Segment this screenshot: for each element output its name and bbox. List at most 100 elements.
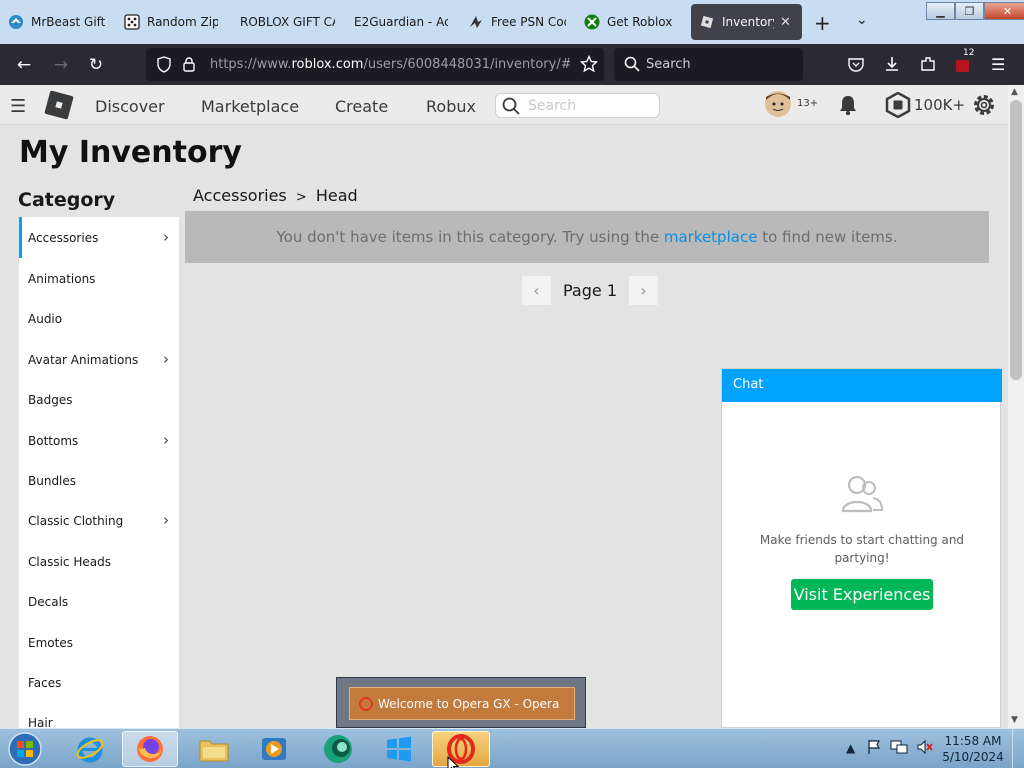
category-emotes[interactable]: Emotes bbox=[19, 622, 179, 663]
browser-tab-strip: MrBeast Gift Random Zip ROBLOX GIFT CA E… bbox=[0, 0, 1024, 44]
pocket-icon[interactable] bbox=[847, 56, 865, 77]
network-icon[interactable] bbox=[890, 739, 908, 758]
previous-page-button[interactable]: ‹ bbox=[522, 276, 551, 305]
chat-empty-message: Make friends to start chatting and party… bbox=[759, 533, 965, 565]
addon-badge-count: 12 bbox=[961, 48, 977, 58]
media-player-icon bbox=[262, 738, 286, 760]
bookmark-star-icon[interactable] bbox=[579, 54, 599, 77]
category-decals[interactable]: Decals bbox=[19, 581, 179, 622]
list-all-tabs-button[interactable]: ⌄ bbox=[856, 12, 868, 28]
marketplace-link[interactable]: marketplace bbox=[664, 228, 758, 246]
show-desktop-button[interactable] bbox=[1012, 729, 1024, 768]
address-bar[interactable]: https://www.roblox.com/users/6008448031/… bbox=[146, 48, 604, 81]
psn-icon bbox=[468, 14, 484, 30]
category-bundles[interactable]: Bundles bbox=[19, 460, 179, 501]
taskbar-window-preview: Welcome to Opera GX - Opera bbox=[336, 677, 586, 728]
action-center-flag-icon[interactable] bbox=[866, 739, 882, 758]
hamburger-menu-icon[interactable]: ☰ bbox=[991, 55, 1005, 74]
nav-marketplace[interactable]: Marketplace bbox=[201, 97, 299, 116]
avatar[interactable] bbox=[764, 90, 792, 122]
reload-button[interactable]: ↻ bbox=[85, 54, 107, 76]
close-window-button[interactable]: ✕ bbox=[984, 2, 1024, 20]
chevron-right-icon: › bbox=[163, 228, 169, 246]
visit-experiences-button[interactable]: Visit Experiences bbox=[791, 579, 933, 610]
category-animations[interactable]: Animations bbox=[19, 258, 179, 299]
taskbar-windows-store[interactable] bbox=[371, 731, 427, 767]
tab-get-roblox[interactable]: Get Roblox | bbox=[584, 4, 676, 40]
back-button[interactable]: ← bbox=[13, 54, 35, 76]
scroll-down-arrow[interactable]: ▼ bbox=[1011, 715, 1018, 725]
windows-logo-icon bbox=[387, 736, 411, 762]
category-accessories[interactable]: Accessories › bbox=[19, 217, 179, 258]
scroll-up-arrow[interactable]: ▲ bbox=[1011, 87, 1018, 97]
settings-gear-icon[interactable] bbox=[971, 92, 997, 122]
category-bottoms[interactable]: Bottoms › bbox=[19, 420, 179, 461]
roblox-search-input[interactable]: Search bbox=[495, 93, 660, 118]
folder-icon bbox=[199, 740, 229, 762]
breadcrumb-parent[interactable]: Accessories bbox=[193, 186, 287, 205]
tab-roblox-gift-card[interactable]: ROBLOX GIFT CA bbox=[240, 4, 335, 40]
shield-icon[interactable] bbox=[156, 56, 172, 77]
mrbeast-icon bbox=[8, 14, 24, 30]
category-classic-clothing[interactable]: Classic Clothing › bbox=[19, 500, 179, 541]
restore-button[interactable]: ❐ bbox=[955, 2, 984, 20]
nav-discover[interactable]: Discover bbox=[95, 97, 165, 116]
nav-create[interactable]: Create bbox=[335, 97, 388, 116]
extensions-icon[interactable] bbox=[919, 55, 937, 77]
windows-orb-icon bbox=[8, 732, 42, 766]
scrollbar-thumb[interactable] bbox=[1010, 100, 1022, 380]
lock-icon[interactable] bbox=[182, 56, 196, 77]
tab-mrbeast-gift[interactable]: MrBeast Gift bbox=[8, 4, 108, 40]
download-icon[interactable] bbox=[883, 55, 901, 77]
new-tab-button[interactable]: + bbox=[814, 11, 831, 35]
volume-muted-icon[interactable] bbox=[916, 739, 934, 758]
roblox-header: ☰ Discover Marketplace Create Robux Sear… bbox=[0, 85, 1008, 125]
category-audio[interactable]: Audio bbox=[19, 298, 179, 339]
category-avatar-animations[interactable]: Avatar Animations › bbox=[19, 339, 179, 380]
taskbar-opera-gx[interactable] bbox=[432, 731, 490, 768]
page-number: Page 1 bbox=[563, 281, 617, 300]
notifications-bell-icon[interactable] bbox=[837, 94, 859, 120]
page-scrollbar[interactable]: ▲ ▼ bbox=[1008, 85, 1024, 728]
roblox-logo-icon[interactable] bbox=[44, 90, 74, 124]
dice-icon bbox=[124, 14, 140, 30]
menu-icon[interactable]: ☰ bbox=[10, 96, 26, 117]
firefox-icon bbox=[137, 736, 163, 762]
taskbar-internet-explorer[interactable] bbox=[62, 731, 118, 767]
tab-random-zip[interactable]: Random Zip bbox=[124, 4, 218, 40]
show-hidden-icons-arrow[interactable]: ▲ bbox=[846, 741, 855, 755]
forward-button[interactable]: → bbox=[50, 54, 72, 76]
breadcrumb: Accessories > Head bbox=[193, 186, 358, 205]
robux-icon[interactable] bbox=[885, 91, 911, 122]
category-faces[interactable]: Faces bbox=[19, 662, 179, 703]
close-tab-icon[interactable]: ✕ bbox=[780, 15, 791, 30]
chat-header[interactable]: Chat bbox=[722, 369, 1002, 402]
robux-balance[interactable]: 100K+ bbox=[914, 96, 965, 114]
taskbar-app-green[interactable] bbox=[310, 731, 366, 767]
breadcrumb-separator: > bbox=[295, 190, 307, 205]
category-badges[interactable]: Badges bbox=[19, 379, 179, 420]
tab-e2guardian[interactable]: E2Guardian - Acc bbox=[354, 4, 448, 40]
category-classic-heads[interactable]: Classic Heads bbox=[19, 541, 179, 582]
next-page-button[interactable]: › bbox=[629, 276, 658, 305]
chat-panel: Chat Make friends to start chatting and … bbox=[721, 368, 1002, 728]
empty-state-message: You don't have items in this category. T… bbox=[185, 211, 989, 263]
tab-inventory[interactable]: Inventory ✕ bbox=[691, 4, 802, 40]
mouse-cursor-icon bbox=[447, 755, 460, 768]
opera-gx-icon bbox=[359, 697, 373, 711]
addon-badge-icon[interactable]: 12 bbox=[954, 48, 977, 78]
search-icon bbox=[502, 97, 520, 119]
tab-free-psn-codes[interactable]: Free PSN Cod bbox=[468, 4, 566, 40]
start-button[interactable] bbox=[0, 731, 50, 767]
taskbar-media-player[interactable] bbox=[246, 731, 302, 767]
taskbar-file-explorer[interactable] bbox=[186, 731, 242, 767]
taskbar-firefox[interactable] bbox=[122, 731, 178, 767]
preview-window-item[interactable]: Welcome to Opera GX - Opera bbox=[349, 687, 575, 720]
minimize-button[interactable]: ▁ bbox=[926, 2, 955, 20]
search-box[interactable]: Search bbox=[614, 48, 803, 81]
roblox-icon bbox=[699, 14, 715, 30]
system-clock[interactable]: 11:58 AM 5/10/2024 bbox=[938, 733, 1008, 765]
nav-robux[interactable]: Robux bbox=[426, 97, 476, 116]
search-icon bbox=[624, 56, 640, 76]
windows-taskbar: ▲ 11:58 AM 5/10/2024 bbox=[0, 728, 1024, 768]
